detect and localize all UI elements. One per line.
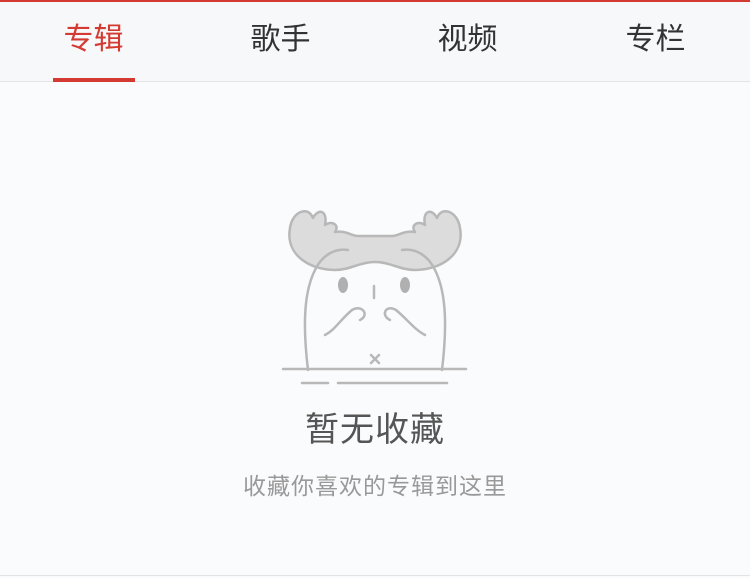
tab-columns[interactable]: 专栏 — [561, 2, 750, 81]
divider — [0, 575, 750, 576]
tab-singers[interactable]: 歌手 — [187, 2, 374, 81]
empty-state-title: 暂无收藏 — [305, 410, 445, 450]
active-tab-indicator — [53, 78, 135, 82]
empty-state-subtitle: 收藏你喜欢的专辑到这里 — [243, 474, 507, 500]
tab-albums[interactable]: 专辑 — [0, 2, 187, 81]
moose-mascot-icon — [280, 200, 470, 390]
tab-bar: 专辑 歌手 视频 专栏 — [0, 2, 750, 82]
tab-videos[interactable]: 视频 — [374, 2, 561, 81]
